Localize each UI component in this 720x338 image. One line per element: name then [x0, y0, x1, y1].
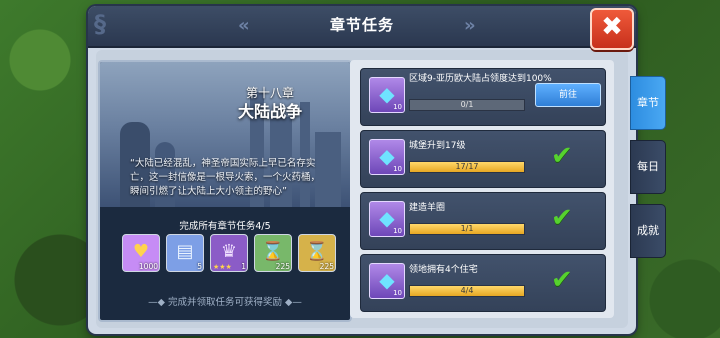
gold-crest-icon: ♥ [132, 241, 150, 262]
reward-item[interactable]: ♥ 1000 [122, 234, 160, 272]
reward-gem: ◆ 10 [369, 201, 405, 237]
cards-icon: ▤ [176, 241, 194, 262]
reward-gem: ◆ 10 [369, 77, 405, 113]
chapter-name: 大陆战争 [237, 102, 302, 121]
reward-item[interactable]: ▤ 5 [166, 234, 204, 272]
progress-text: 0/1 [460, 100, 474, 109]
task-row: ◆ 10 建造羊圈 1/1 ✔ [360, 192, 606, 250]
hero-portrait-icon: ♛ [220, 241, 238, 262]
chapter-progress-label: 完成所有章节任务4/5 [179, 221, 271, 232]
reward-item[interactable]: ♛ ★★★ 1 [210, 234, 248, 272]
reward-hint: —◆ 完成并领取任务可获得奖励 ◆— [148, 297, 302, 308]
panel-header: § « 章节任务 » [88, 6, 636, 48]
progress-text: 4/4 [460, 286, 474, 295]
progress-text: 17/17 [455, 162, 479, 171]
tab-daily[interactable]: 每日 [630, 140, 666, 194]
star-rating: ★★★ [213, 263, 232, 271]
reward-gem: ◆ 10 [369, 139, 405, 175]
tab-achievement[interactable]: 成就 [630, 204, 666, 258]
task-description: 建造羊圈 [409, 203, 446, 213]
chevron-right-icon: » [464, 15, 475, 36]
reward-item[interactable]: ⌛ 225 [298, 234, 336, 272]
task-progress-bar: 4/4 [409, 285, 525, 297]
progress-text: 1/1 [460, 224, 474, 233]
green-hourglass-icon: ⌛ [261, 241, 285, 262]
close-button[interactable]: ✖ [590, 8, 634, 50]
chapter-story-card: 第十八章 大陆战争 “大陆已经混乱，神圣帝国实际上早已名存实亡，这一封信像是一根… [98, 60, 352, 322]
task-description: 城堡升到17级 [409, 141, 466, 151]
chapter-quote: “大陆已经混乱，神圣帝国实际上早已名存实亡，这一封信像是一根导火索，一个火药桶，… [130, 158, 321, 197]
checkmark-icon: ✔ [551, 203, 573, 233]
task-progress-bar: 1/1 [409, 223, 525, 235]
task-progress-bar: 0/1 [409, 99, 525, 111]
checkmark-icon: ✔ [551, 141, 573, 171]
task-progress-bar: 17/17 [409, 161, 525, 173]
reward-item[interactable]: ⌛ 225 [254, 234, 292, 272]
reward-row: ♥ 1000 ▤ 5 ♛ ★★★ 1 ⌛ 225 ⌛ 225 [122, 234, 342, 274]
task-row: ◆ 10 区域9-亚历欧大陆占领度达到100% 0/1 前往 [360, 68, 606, 126]
task-description: 领地拥有4个住宅 [409, 265, 478, 275]
hint-divider-right: ◆— [282, 297, 302, 308]
gold-hourglass-icon: ⌛ [305, 241, 329, 262]
go-button[interactable]: 前往 [535, 83, 601, 107]
tab-chapter[interactable]: 章节 [630, 76, 666, 130]
checkmark-icon: ✔ [551, 265, 573, 295]
task-row: ◆ 10 城堡升到17级 17/17 ✔ [360, 130, 606, 188]
task-list: ◆ 10 区域9-亚历欧大陆占领度达到100% 0/1 前往 ◆ 10 城堡升到… [350, 60, 614, 318]
panel-title: 章节任务 [329, 16, 394, 34]
hint-divider-left: —◆ [148, 297, 168, 308]
task-row: ◆ 10 领地拥有4个住宅 4/4 ✔ [360, 254, 606, 312]
close-icon: ✖ [601, 12, 623, 42]
reward-gem: ◆ 10 [369, 263, 405, 299]
